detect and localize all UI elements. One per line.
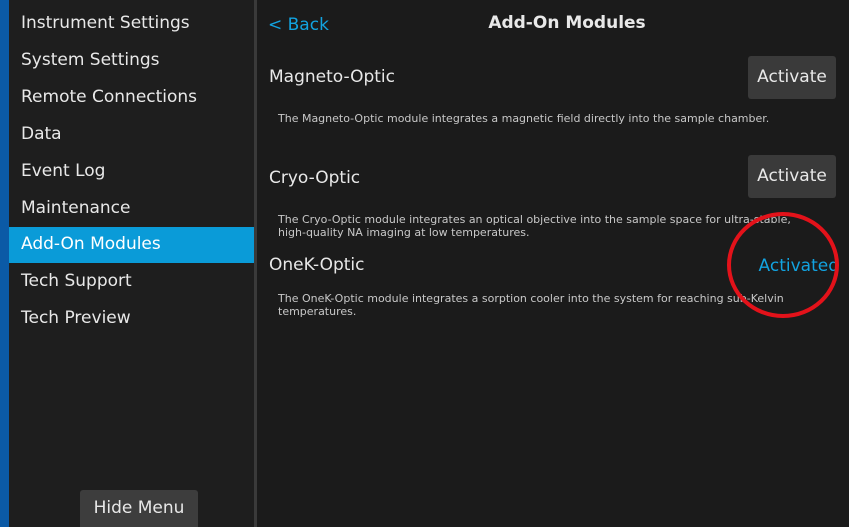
back-button[interactable]: < Back — [268, 15, 329, 35]
sidebar-item-tech-support[interactable]: Tech Support — [9, 264, 254, 300]
onek-optic-activated-status: Activated — [758, 256, 839, 276]
app-frame: Instrument Settings System Settings Remo… — [0, 0, 849, 527]
sidebar-item-event-log[interactable]: Event Log — [9, 154, 254, 190]
sidebar-item-maintenance[interactable]: Maintenance — [9, 191, 254, 227]
main-panel: < Back Add-On Modules Magneto-Optic Acti… — [257, 0, 849, 527]
module-description-magneto-optic: The Magneto-Optic module integrates a ma… — [278, 112, 770, 125]
activate-cryo-optic-button[interactable]: Activate — [748, 155, 836, 198]
module-name-cryo-optic: Cryo-Optic — [269, 168, 361, 188]
module-name-onek-optic: OneK-Optic — [269, 255, 365, 275]
sidebar-item-tech-preview[interactable]: Tech Preview — [9, 301, 254, 337]
sidebar-item-remote-connections[interactable]: Remote Connections — [9, 80, 254, 116]
module-description-onek-optic: The OneK-Optic module integrates a sorpt… — [278, 292, 784, 318]
module-name-magneto-optic: Magneto-Optic — [269, 67, 396, 87]
sidebar-item-system-settings[interactable]: System Settings — [9, 43, 254, 79]
hide-menu-button[interactable]: Hide Menu — [80, 490, 198, 527]
activate-magneto-optic-button[interactable]: Activate — [748, 56, 836, 99]
module-description-cryo-optic: The Cryo-Optic module integrates an opti… — [278, 213, 791, 239]
window-edge — [0, 0, 9, 527]
sidebar-item-add-on-modules[interactable]: Add-On Modules — [9, 227, 254, 263]
sidebar-item-data[interactable]: Data — [9, 117, 254, 153]
header-bar: < Back Add-On Modules — [257, 0, 849, 50]
sidebar-item-instrument-settings[interactable]: Instrument Settings — [9, 6, 254, 42]
page-title: Add-On Modules — [488, 13, 646, 33]
sidebar: Instrument Settings System Settings Remo… — [9, 0, 254, 527]
